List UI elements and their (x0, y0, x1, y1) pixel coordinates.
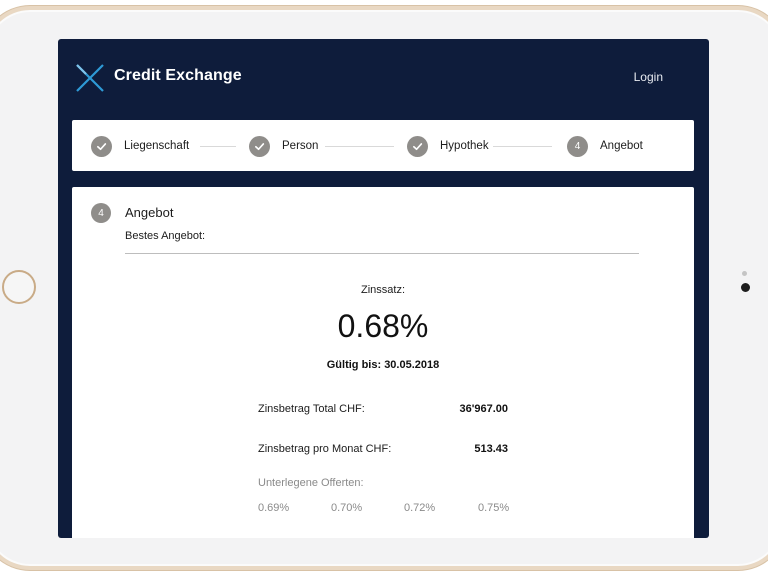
step-connector (200, 146, 236, 147)
interest-rate-label: Zinssatz: (360, 284, 405, 296)
step-liegenschaft[interactable]: Liegenschaft (91, 135, 189, 157)
step-label: Hypothek (440, 140, 489, 152)
step-connector (493, 146, 552, 147)
progress-stepper: Liegenschaft Person Hypothek 4 Angebot (72, 120, 694, 171)
best-offer-label: Bestes Angebot: (125, 230, 206, 242)
home-button (2, 270, 36, 304)
check-icon (91, 135, 112, 157)
check-icon (407, 135, 428, 157)
offer-card: 4 Angebot Bestes Angebot: Zinssatz: 0.68… (72, 187, 694, 538)
valid-until: Gültig bis: 30.05.2018 (326, 359, 440, 371)
interest-monthly-value: 513.43 (474, 443, 508, 455)
interest-rate-value: 0.68% (337, 308, 429, 344)
step-label: Person (282, 140, 319, 152)
credit-exchange-logo-icon (76, 64, 104, 92)
interest-total-value: 36'967.00 (459, 403, 509, 415)
other-offer-rate: 0.70% (331, 502, 363, 514)
step-number-badge: 4 (567, 135, 588, 157)
step-hypothek[interactable]: Hypothek (407, 135, 489, 157)
check-icon (249, 135, 270, 157)
divider (125, 253, 639, 254)
other-offer-rate: 0.69% (258, 502, 290, 514)
step-label: Angebot (600, 140, 643, 152)
interest-total-label: Zinsbetrag Total CHF: (258, 403, 365, 415)
app-screen: Credit Exchange Login Liegenschaft Perso… (58, 39, 709, 538)
interest-monthly-label: Zinsbetrag pro Monat CHF: (258, 443, 392, 455)
app-header: Credit Exchange Login (58, 39, 709, 117)
other-offers-label: Unterlegene Offerten: (258, 477, 364, 489)
other-offer-rate: 0.75% (478, 502, 510, 514)
front-sensor (742, 271, 747, 276)
other-offer-rate: 0.72% (404, 502, 436, 514)
step-connector (325, 146, 394, 147)
step-angebot[interactable]: 4 Angebot (567, 135, 643, 157)
section-title: Angebot (125, 205, 174, 220)
step-person[interactable]: Person (249, 135, 318, 157)
section-number-badge: 4 (91, 203, 111, 223)
front-camera (741, 283, 750, 292)
step-label: Liegenschaft (124, 140, 190, 152)
brand-name: Credit Exchange (114, 67, 242, 84)
login-link[interactable]: Login (634, 70, 663, 84)
